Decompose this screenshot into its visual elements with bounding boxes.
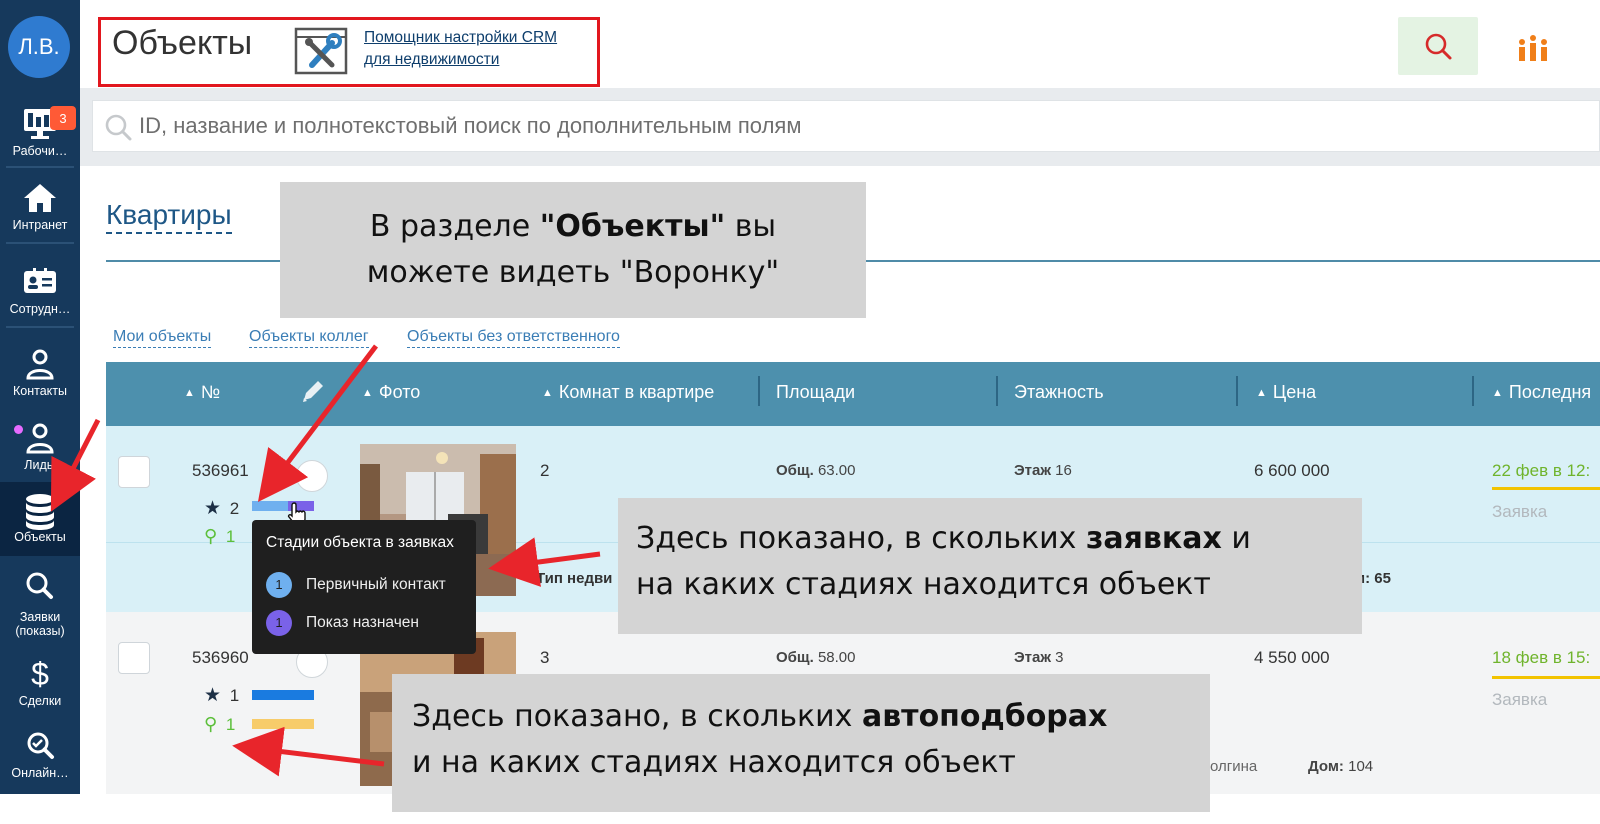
- arrow-to-photo: [488, 537, 601, 587]
- arrow-to-stage-bar: [257, 344, 378, 502]
- annotation-arrows: [50, 344, 601, 777]
- arrow-to-search-count: [232, 726, 385, 777]
- crm-objects-screen: Л.В. Рабочи… 3 Интранет Сотрудн… Контакт…: [0, 0, 1600, 824]
- arrow-to-objects-menu: [50, 418, 101, 512]
